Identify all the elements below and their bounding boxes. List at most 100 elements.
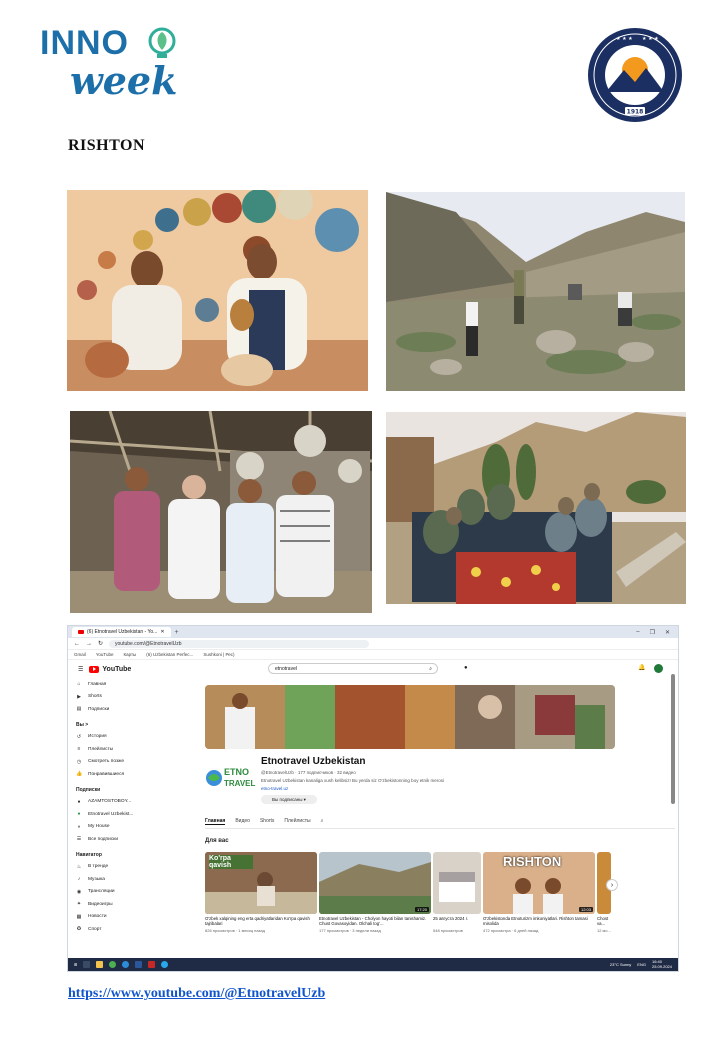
sidebar-item-shorts[interactable]: ▶ Shorts xyxy=(76,691,140,704)
windows-taskbar: ⊞ 23°C Sunny ENG 16:40 25.09.2024 xyxy=(68,958,678,971)
tab-home[interactable]: Главная xyxy=(205,818,226,825)
shelf-next-arrow[interactable]: › xyxy=(606,879,618,891)
youtube-masthead: ☰ YouTube etnotravel ⌕ ● 🔔 xyxy=(68,660,678,678)
video-meta: 548 просмотров xyxy=(433,928,463,933)
video-overlay-text: Ko'rpa qavish xyxy=(209,855,253,869)
address-bar-row: ← → ↻ youtube.com/@EtnotravelUzb xyxy=(68,638,678,650)
sidebar-item-liked[interactable]: 👍 Понравившиеся xyxy=(76,768,140,781)
video-card[interactable]: 25 августа 2024 г. 548 просмотров xyxy=(433,852,481,944)
language-indicator[interactable]: ENG xyxy=(637,962,646,967)
video-title[interactable]: 25 августа 2024 г. xyxy=(433,916,481,927)
sidebar-you-heading[interactable]: Вы > xyxy=(76,720,140,731)
notifications-icon[interactable]: 🔔 xyxy=(638,664,645,671)
menu-icon[interactable]: ☰ xyxy=(78,666,83,673)
video-card[interactable]: Ko'rpa qavish O'zbek xalqining eng erta … xyxy=(205,852,317,944)
bookmark-gmail[interactable]: Gmail xyxy=(74,652,86,657)
video-thumbnail[interactable]: 17:20 xyxy=(319,852,431,914)
channel-tabs: Главная Видео Shorts Плейлисты ⌕ xyxy=(205,818,323,825)
svg-text:★ ★ ★: ★ ★ ★ xyxy=(642,36,659,42)
video-card[interactable]: Chost va... 12 мо... xyxy=(597,852,611,944)
sidebar-item-games[interactable]: ✦ Видеоигры xyxy=(76,898,140,911)
bookmark-youtube[interactable]: YouTube xyxy=(96,652,114,657)
sidebar-item-subscriptions[interactable]: ▤ Подписки xyxy=(76,703,140,716)
video-thumbnail[interactable]: Ko'rpa qavish xyxy=(205,852,317,914)
channel-link[interactable]: etno-travel.uz xyxy=(261,786,288,791)
bookmark-maps[interactable]: Карты xyxy=(123,652,136,657)
channel-description[interactable]: Etnotravel Uzbekistan kanaliga xush keli… xyxy=(261,778,444,783)
browser-tab-bar: (6) Etnotravel Uzbekistan - Yo... ✕ + – … xyxy=(68,626,678,638)
youtube-favicon-icon xyxy=(78,630,84,634)
subscribed-button[interactable]: Вы подписаны ▾ xyxy=(261,795,317,804)
scrollbar[interactable] xyxy=(671,674,675,804)
close-tab-icon[interactable]: ✕ xyxy=(160,629,164,635)
search-icon[interactable]: ⌕ xyxy=(321,818,324,825)
video-duration: 17:20 xyxy=(414,907,429,912)
sidebar-all-subs[interactable]: ☰ Все подписки xyxy=(76,833,140,846)
tab-playlists[interactable]: Плейлисты xyxy=(284,818,310,825)
url-field[interactable]: youtube.com/@EtnotravelUzb xyxy=(109,639,370,648)
reload-icon[interactable]: ↻ xyxy=(98,640,103,647)
photo-ceramics-workshop xyxy=(67,190,368,391)
trending-icon: ♨ xyxy=(76,863,82,870)
sidebar-sub-item[interactable]: ● Etnotravel Uzbekist... xyxy=(76,808,140,821)
word-icon[interactable] xyxy=(135,961,143,968)
sidebar-item-playlists[interactable]: ≡ Плейлисты xyxy=(76,743,140,756)
video-title[interactable]: O'zbekistonda Etnoturizm imkoniyatlari. … xyxy=(483,916,595,927)
youtube-logo[interactable]: YouTube xyxy=(89,665,131,673)
edge-icon[interactable] xyxy=(122,961,130,968)
logo-bottom-text: week xyxy=(70,58,178,103)
sidebar-item-sport[interactable]: ✪ Спорт xyxy=(76,923,140,936)
video-thumbnail[interactable]: RISHTON 12:03 xyxy=(483,852,595,914)
weather-text[interactable]: 23°C Sunny xyxy=(610,962,631,967)
file-explorer-icon[interactable] xyxy=(96,961,104,968)
chrome-icon[interactable] xyxy=(109,961,117,968)
telegram-icon[interactable] xyxy=(161,961,169,968)
acrobat-icon[interactable] xyxy=(148,961,156,968)
youtube-sidebar: ⌂ Главная ▶ Shorts ▤ Подписки Вы > ↺ История… xyxy=(68,678,140,957)
university-seal: ★ ★ ★ ★ ★ ★ 1918 xyxy=(586,26,684,124)
sidebar-item-watch-later[interactable]: ◷ Смотреть позже xyxy=(76,756,140,769)
tab-videos[interactable]: Видео xyxy=(235,818,250,825)
video-title[interactable]: O'zbek xalqining eng erta qadriyatlarida… xyxy=(205,916,317,927)
etnotravel-logo[interactable]: ETNO TRAVEL xyxy=(205,764,257,790)
video-card[interactable]: RISHTON 12:03 O'zbekistonda Etnoturizm i… xyxy=(483,852,595,944)
video-title[interactable]: Etnotravel Uzbekistan - Cholyon hayoti b… xyxy=(319,916,431,927)
channel-banner xyxy=(205,685,615,749)
mic-icon[interactable]: ● xyxy=(464,665,468,671)
sidebar-item-trending[interactable]: ♨ В тренде xyxy=(76,861,140,874)
browser-tab[interactable]: (6) Etnotravel Uzbekistan - Yo... ✕ xyxy=(72,627,171,637)
photo-mountain-group xyxy=(386,192,685,391)
sidebar-item-music[interactable]: ♪ Музыка xyxy=(76,873,140,886)
video-card[interactable]: 17:20 Etnotravel Uzbekistan - Cholyon ha… xyxy=(319,852,431,944)
news-icon: ▦ xyxy=(76,913,82,920)
youtube-channel-link[interactable]: https://www.youtube.com/@EtnotravelUzb xyxy=(68,986,325,1002)
sidebar-item-home[interactable]: ⌂ Главная xyxy=(76,678,140,691)
back-icon[interactable]: ← xyxy=(74,641,80,647)
video-meta: 12 мо... xyxy=(597,928,611,933)
search-icon[interactable] xyxy=(83,961,91,968)
sidebar-item-history[interactable]: ↺ История xyxy=(76,731,140,744)
bookmark-sushkoni[interactable]: Sushkoni | Рес) xyxy=(203,652,234,657)
search-input[interactable]: etnotravel ⌕ xyxy=(268,663,438,674)
sidebar-item-news[interactable]: ▦ Новости xyxy=(76,911,140,924)
account-avatar[interactable] xyxy=(654,664,663,673)
bookmarks-bar: Gmail YouTube Карты (6) Uzbekistan Perfe… xyxy=(68,650,678,660)
tab-shorts[interactable]: Shorts xyxy=(260,818,274,825)
sidebar-item-live[interactable]: ◉ Трансляции xyxy=(76,886,140,899)
forward-icon[interactable]: → xyxy=(86,641,92,647)
sidebar-sub-item[interactable]: ● AZAMTOSTOBOY... xyxy=(76,796,140,809)
close-window-icon[interactable]: ✕ xyxy=(665,629,670,636)
video-title[interactable]: Chost va... xyxy=(597,916,611,927)
bookmark-uzbekistan[interactable]: (6) Uzbekistan Perfec... xyxy=(146,652,193,657)
clock[interactable]: 16:40 25.09.2024 xyxy=(651,959,672,969)
clock-date: 25.09.2024 xyxy=(651,963,672,969)
sidebar-sub-item[interactable]: ● My House xyxy=(76,821,140,834)
new-tab-icon[interactable]: + xyxy=(175,629,179,636)
section-title: Для вас xyxy=(205,838,229,844)
svg-text:★ ★ ★: ★ ★ ★ xyxy=(616,36,633,42)
windows-start-icon[interactable]: ⊞ xyxy=(74,962,77,967)
video-thumbnail[interactable] xyxy=(433,852,481,914)
maximize-icon[interactable]: ❐ xyxy=(650,629,655,636)
minimize-icon[interactable]: – xyxy=(636,629,639,636)
search-icon[interactable]: ⌕ xyxy=(429,666,437,672)
